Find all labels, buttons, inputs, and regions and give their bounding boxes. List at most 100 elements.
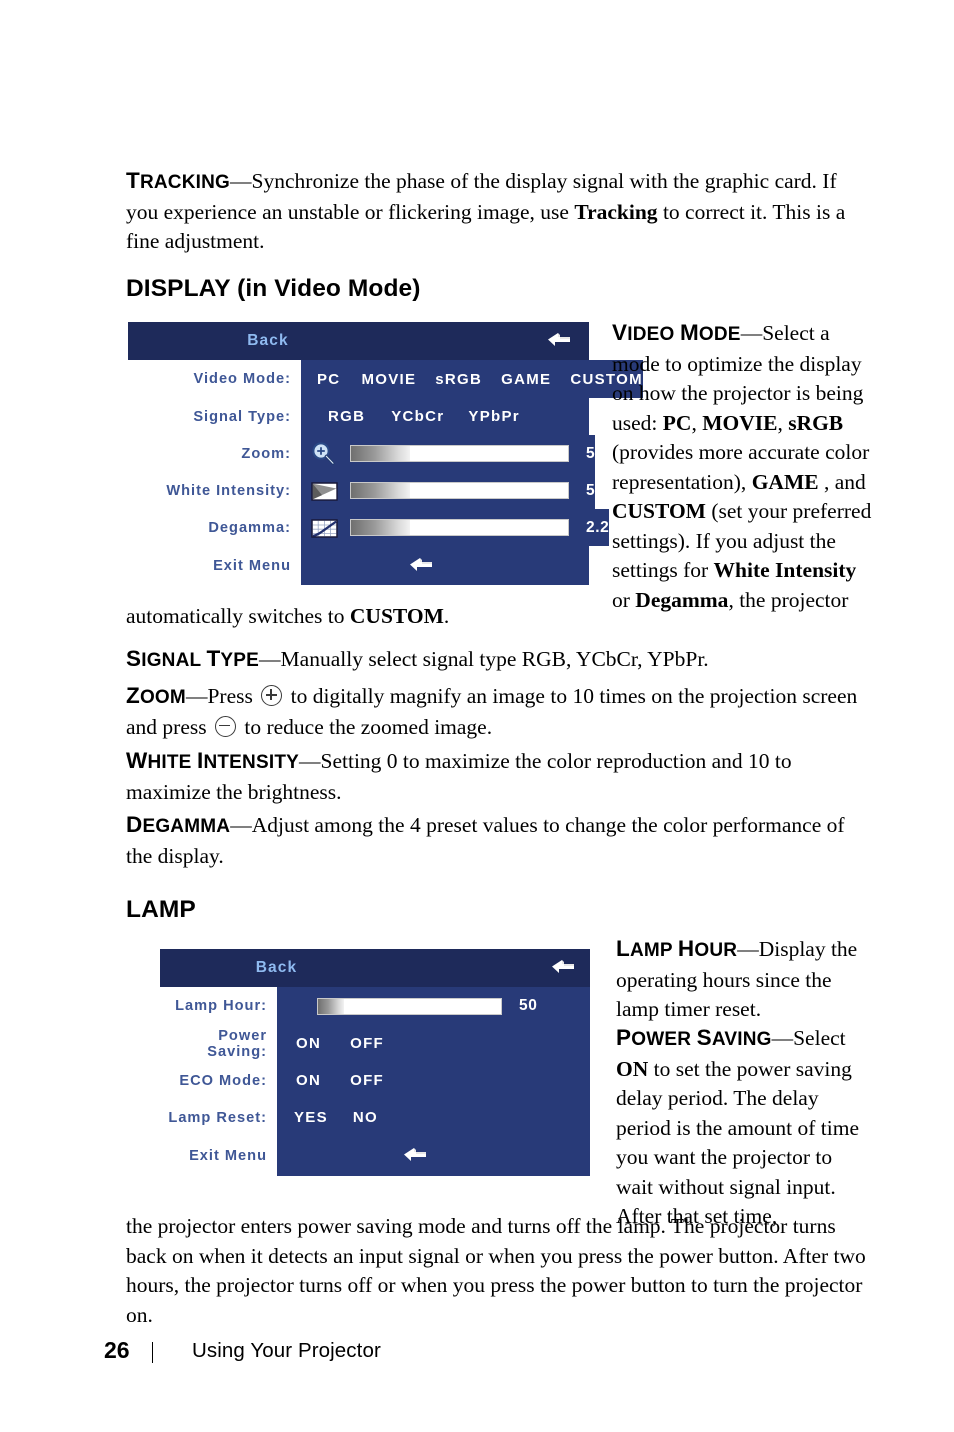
osd-label-signal-type: Signal Type: bbox=[128, 398, 301, 435]
osd-row-power-saving[interactable]: Power Saving: ON OFF bbox=[160, 1025, 590, 1062]
osd-option-ypbpr[interactable]: YPbPr bbox=[468, 408, 520, 425]
video-mode-b6: White Intensity bbox=[713, 558, 857, 582]
term-white-intensity: WHITE INTENSITY bbox=[126, 748, 300, 773]
osd-value-white-intensity: 5 bbox=[586, 481, 596, 499]
tracking-bold: Tracking bbox=[574, 199, 658, 224]
video-mode-t5: , and bbox=[818, 469, 866, 494]
osd-lamp-panel: Back Lamp Hour: 50 Power Saving: ON OFF … bbox=[160, 949, 590, 1176]
video-mode-b5: CUSTOM bbox=[612, 499, 706, 523]
osd-row-signal-type[interactable]: Signal Type: RGB YCbCr YPbPr bbox=[128, 398, 589, 435]
wrap-b1: CUSTOM bbox=[349, 604, 444, 628]
osd-label-lamp-hour: Lamp Hour: bbox=[160, 987, 277, 1025]
zoom-t3: to reduce the zoomed image. bbox=[238, 714, 493, 739]
term-tracking: TRACKING bbox=[126, 168, 231, 193]
paragraph-lamp-hour: LAMP HOUR—Display the operating hours si… bbox=[616, 934, 872, 1025]
osd-option-ycbcr[interactable]: YCbCr bbox=[391, 408, 444, 425]
wrap-t2: . bbox=[443, 604, 450, 628]
osd-option-srgb[interactable]: sRGB bbox=[435, 371, 482, 388]
term-zoom: ZOOM bbox=[126, 683, 186, 708]
osd-value-degamma: 2.2 bbox=[586, 518, 610, 536]
osd-label-power-saving: Power Saving: bbox=[160, 1025, 277, 1062]
osd-slider-degamma[interactable] bbox=[350, 519, 569, 536]
term-video-mode: VIDEO MODE bbox=[612, 320, 741, 345]
paragraph-custom-wrap: automatically switches to CUSTOM. bbox=[126, 602, 872, 632]
power-saving-b1: ON bbox=[616, 1056, 649, 1081]
osd-row-eco-mode[interactable]: ECO Mode: ON OFF bbox=[160, 1062, 590, 1099]
term-lamp-hour: LAMP HOUR bbox=[616, 936, 738, 961]
magnifier-plus-icon bbox=[310, 441, 340, 466]
term-degamma: DEGAMMA bbox=[126, 812, 231, 837]
heading-lamp: LAMP bbox=[126, 896, 196, 923]
return-arrow-icon[interactable] bbox=[546, 331, 578, 351]
osd-display-rows: Video Mode: PC MOVIE sRGB GAME CUSTOM Si… bbox=[128, 360, 643, 585]
osd-label-exit-menu[interactable]: Exit Menu bbox=[128, 546, 301, 585]
paragraph-tracking: TRACKING—Synchronize the phase of the di… bbox=[126, 166, 872, 257]
osd-slider-white-intensity[interactable] bbox=[350, 482, 569, 499]
osd-label-white-intensity: White Intensity: bbox=[128, 472, 301, 509]
document-page: TRACKING—Synchronize the phase of the di… bbox=[0, 0, 954, 1432]
white-intensity-icon bbox=[310, 479, 340, 503]
degamma-text: —Adjust among the 4 preset values to cha… bbox=[126, 813, 845, 868]
osd-value-lamp-hour: 50 bbox=[519, 997, 538, 1014]
video-mode-t3: , bbox=[777, 410, 789, 435]
power-saving-t2: to set the power saving delay period. Th… bbox=[616, 1056, 860, 1229]
osd-back-label[interactable]: Back bbox=[160, 959, 393, 977]
zoom-t1: —Press bbox=[185, 684, 259, 708]
osd-row-exit-menu[interactable]: Exit Menu bbox=[160, 1136, 590, 1176]
osd-row-degamma[interactable]: Degamma: 2.2 bbox=[128, 509, 610, 546]
osd-slider-zoom[interactable] bbox=[350, 445, 569, 462]
osd-option-eco-mode-off[interactable]: OFF bbox=[350, 1072, 384, 1089]
osd-label-zoom: Zoom: bbox=[128, 435, 301, 472]
osd-display-panel: Back Video Mode: PC MOVIE sRGB GAME CUST… bbox=[128, 322, 643, 585]
osd-option-pc[interactable]: PC bbox=[317, 371, 340, 388]
osd-option-lamp-reset-no[interactable]: NO bbox=[353, 1109, 378, 1126]
return-arrow-icon[interactable] bbox=[550, 958, 582, 978]
osd-option-power-saving-on[interactable]: ON bbox=[296, 1035, 321, 1052]
paragraph-white-intensity: WHITE INTENSITY—Setting 0 to maximize th… bbox=[126, 746, 872, 807]
osd-label-video-mode: Video Mode: bbox=[128, 360, 301, 398]
osd-option-movie[interactable]: MOVIE bbox=[361, 371, 416, 388]
osd-row-zoom[interactable]: Zoom: 5 bbox=[128, 435, 596, 472]
return-arrow-icon[interactable] bbox=[408, 556, 440, 576]
footer-title: Using Your Projector bbox=[192, 1339, 381, 1362]
footer-separator bbox=[152, 1342, 154, 1363]
minus-button-icon bbox=[214, 715, 236, 737]
paragraph-power-saving: POWER SAVING—Select ON to set the power … bbox=[616, 1023, 872, 1232]
osd-lamp-rows: Lamp Hour: 50 Power Saving: ON OFF ECO M… bbox=[160, 987, 590, 1176]
osd-option-power-saving-off[interactable]: OFF bbox=[350, 1035, 384, 1052]
term-power-saving: POWER SAVING bbox=[616, 1025, 772, 1050]
osd-option-rgb[interactable]: RGB bbox=[328, 408, 365, 425]
osd-option-lamp-reset-yes[interactable]: YES bbox=[294, 1109, 328, 1126]
paragraph-signal-type: SIGNAL TYPE—Manually select signal type … bbox=[126, 644, 872, 676]
osd-label-eco-mode: ECO Mode: bbox=[160, 1062, 277, 1099]
paragraph-video-mode: VIDEO MODE—Select a mode to optimize the… bbox=[612, 318, 872, 615]
paragraph-degamma: DEGAMMA—Adjust among the 4 preset values… bbox=[126, 810, 872, 871]
osd-option-eco-mode-on[interactable]: ON bbox=[296, 1072, 321, 1089]
return-arrow-icon[interactable] bbox=[402, 1146, 434, 1166]
video-mode-b1: PC bbox=[662, 410, 692, 435]
video-mode-b4: GAME bbox=[751, 469, 819, 494]
video-mode-b3: sRGB bbox=[788, 410, 844, 435]
osd-row-lamp-reset[interactable]: Lamp Reset: YES NO bbox=[160, 1099, 590, 1136]
video-mode-b2: MOVIE bbox=[702, 410, 778, 435]
osd-slider-lamp-hour[interactable] bbox=[317, 997, 502, 1015]
plus-button-icon bbox=[261, 685, 283, 706]
osd-option-game[interactable]: GAME bbox=[501, 371, 551, 388]
osd-header-back-row[interactable]: Back bbox=[128, 322, 589, 360]
heading-display: DISPLAY (in Video Mode) bbox=[126, 275, 421, 302]
degamma-curve-icon bbox=[310, 516, 340, 540]
osd-back-label[interactable]: Back bbox=[128, 332, 408, 350]
osd-row-exit-menu[interactable]: Exit Menu bbox=[128, 546, 589, 585]
osd-row-white-intensity[interactable]: White Intensity: 5 bbox=[128, 472, 596, 509]
power-saving-t1: —Select bbox=[771, 1026, 846, 1050]
signal-type-text: —Manually select signal type RGB, YCbCr,… bbox=[259, 647, 709, 671]
paragraph-power-saving-wrap: the projector enters power saving mode a… bbox=[126, 1214, 866, 1327]
osd-label-exit-menu[interactable]: Exit Menu bbox=[160, 1136, 277, 1176]
video-mode-t2: , bbox=[691, 410, 703, 435]
osd-header-back-row[interactable]: Back bbox=[160, 949, 590, 987]
osd-label-degamma: Degamma: bbox=[128, 509, 301, 546]
osd-label-lamp-reset: Lamp Reset: bbox=[160, 1099, 277, 1136]
osd-row-lamp-hour[interactable]: Lamp Hour: 50 bbox=[160, 987, 590, 1025]
osd-row-video-mode[interactable]: Video Mode: PC MOVIE sRGB GAME CUSTOM bbox=[128, 360, 643, 398]
term-signal-type: SIGNAL TYPE bbox=[126, 646, 260, 671]
